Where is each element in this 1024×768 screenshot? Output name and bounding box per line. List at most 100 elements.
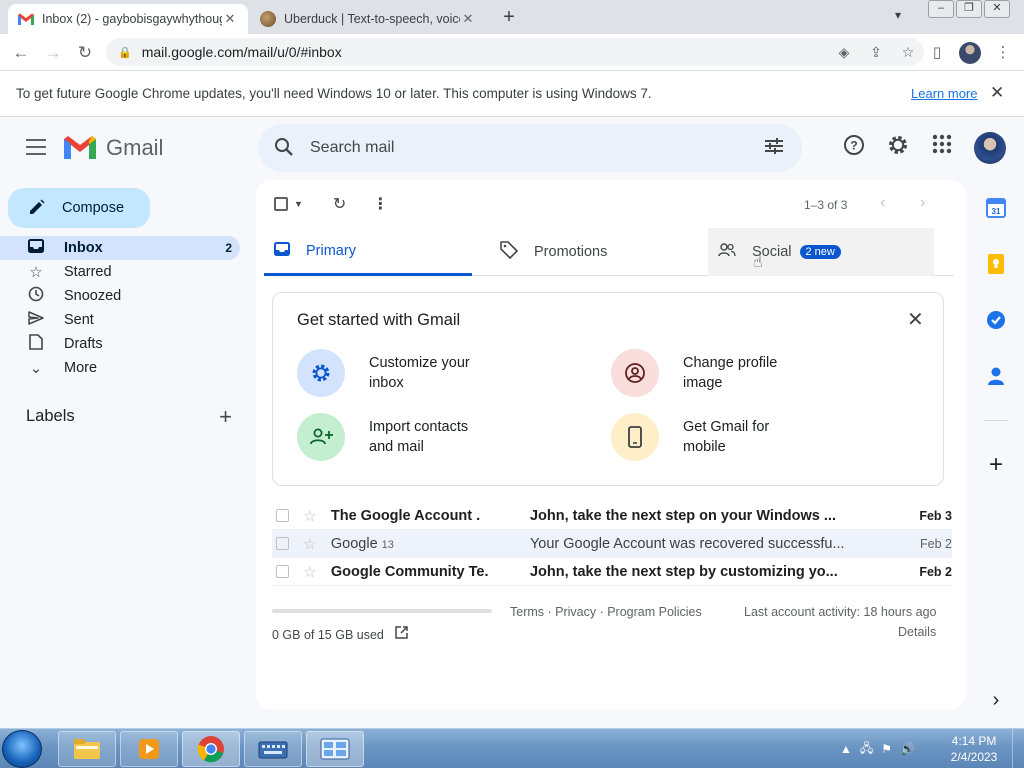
start-button[interactable]: [2, 730, 42, 768]
close-icon[interactable]: ✕: [907, 307, 924, 332]
explorer-taskbar-icon[interactable]: [58, 731, 116, 767]
media-player-taskbar-icon[interactable]: [120, 731, 178, 767]
close-window-button[interactable]: ✕: [984, 0, 1010, 18]
sidebar-item-drafts[interactable]: Drafts: [0, 332, 240, 356]
chrome-taskbar-icon[interactable]: [182, 731, 240, 767]
tab-promotions[interactable]: Promotions: [490, 228, 708, 276]
tab-search-chevron-icon[interactable]: ▾: [895, 8, 901, 22]
import-contacts-item[interactable]: Import contacts and mail: [297, 413, 499, 461]
back-arrow-icon[interactable]: ←: [8, 40, 34, 66]
search-input[interactable]: Search mail: [310, 139, 746, 157]
open-external-icon[interactable]: [395, 626, 409, 642]
forward-arrow-icon[interactable]: →: [40, 40, 66, 66]
item-text-line: Import contacts: [369, 419, 469, 435]
select-dropdown-icon[interactable]: ▼: [294, 199, 303, 209]
tab-label: Promotions: [534, 244, 608, 260]
details-link[interactable]: Details: [898, 625, 936, 639]
next-page-icon[interactable]: ›: [920, 194, 925, 212]
compose-button[interactable]: Compose: [8, 188, 150, 228]
sidebar-item-sent[interactable]: Sent: [0, 308, 240, 332]
search-icon[interactable]: [258, 137, 310, 160]
restore-button[interactable]: ❐: [956, 0, 982, 18]
apps-grid-icon[interactable]: [928, 134, 956, 162]
sidebar-item-snoozed[interactable]: Snoozed: [0, 284, 240, 308]
learn-more-link[interactable]: Learn more: [911, 86, 977, 101]
keep-icon[interactable]: [984, 252, 1008, 276]
account-avatar[interactable]: [974, 132, 1006, 164]
select-all-checkbox[interactable]: [274, 197, 288, 211]
lock-icon[interactable]: 🔒: [118, 46, 132, 59]
tab-primary[interactable]: Primary: [264, 228, 472, 276]
email-row[interactable]: ☆ Google 13 Your Google Account was recov…: [272, 530, 952, 558]
show-desktop-button[interactable]: [1012, 729, 1024, 768]
tasks-icon[interactable]: [984, 308, 1008, 332]
more-options-icon[interactable]: ⋮: [372, 194, 388, 214]
item-text-line: inbox: [369, 375, 404, 391]
settings-gear-icon[interactable]: [884, 134, 912, 162]
tab-social[interactable]: Social 2 new ☝: [708, 228, 934, 276]
refresh-icon[interactable]: ↻: [333, 194, 346, 214]
contacts-icon[interactable]: [984, 364, 1008, 388]
flag-icon[interactable]: ⚑: [881, 742, 892, 756]
close-tab-icon[interactable]: ✕: [460, 11, 476, 27]
previous-page-icon[interactable]: ‹: [880, 194, 885, 212]
keyboard-taskbar-icon[interactable]: [244, 731, 302, 767]
email-row[interactable]: ☆ Google Community Te. John, take the ne…: [272, 558, 952, 586]
person-add-icon: [297, 413, 345, 461]
gmail-logo[interactable]: Gmail: [64, 135, 163, 161]
sidebar-item-more[interactable]: ⌄ More: [0, 356, 240, 380]
help-icon[interactable]: ?: [840, 134, 868, 162]
tab-label: Primary: [306, 242, 356, 259]
url-text[interactable]: mail.google.com/mail/u/0/#inbox: [142, 44, 828, 60]
item-text-line: and mail: [369, 439, 424, 455]
reload-icon[interactable]: ↻: [72, 40, 98, 66]
bookmark-star-icon[interactable]: ☆: [892, 44, 924, 61]
main-menu-icon[interactable]: [20, 134, 52, 162]
close-tab-icon[interactable]: ✕: [222, 11, 238, 27]
side-panel-icon[interactable]: ▯: [924, 40, 950, 66]
email-checkbox[interactable]: [276, 565, 289, 578]
share-icon[interactable]: ⇪: [860, 44, 892, 61]
customize-inbox-item[interactable]: Customize your inbox: [297, 349, 499, 397]
email-row[interactable]: ☆ The Google Account . John, take the ne…: [272, 502, 952, 530]
tray-expand-icon[interactable]: ▲: [840, 742, 852, 756]
get-gmail-mobile-item[interactable]: Get Gmail for mobile: [611, 413, 813, 461]
volume-icon[interactable]: 🔊: [900, 742, 915, 756]
star-icon[interactable]: ☆: [303, 535, 319, 553]
change-profile-image-item[interactable]: Change profile image: [611, 349, 813, 397]
profile-avatar[interactable]: [957, 40, 983, 66]
pagination-text: 1–3 of 3: [804, 198, 848, 212]
tab-uberduck[interactable]: Uberduck | Text-to-speech, voice ✕: [250, 4, 486, 34]
tag-icon: [500, 241, 518, 263]
sidebar-item-inbox[interactable]: Inbox 2: [0, 236, 240, 260]
new-tab-button[interactable]: +: [498, 6, 520, 28]
gmail-wordmark: Gmail: [106, 135, 164, 160]
unread-count: 2: [225, 241, 232, 255]
email-checkbox[interactable]: [276, 509, 289, 522]
control-panel-taskbar-icon[interactable]: [306, 731, 364, 767]
list-toolbar: ▼ ↻ ⋮: [274, 194, 388, 214]
sidebar-item-starred[interactable]: ☆ Starred: [0, 260, 240, 284]
footer-links[interactable]: Terms · Privacy · Program Policies: [510, 605, 702, 619]
address-bar[interactable]: 🔒 mail.google.com/mail/u/0/#inbox ◈ ⇪ ☆: [106, 38, 924, 66]
search-bar[interactable]: Search mail: [258, 124, 802, 172]
tab-gmail-inbox[interactable]: Inbox (2) - gaybobisgaywhythough@gmail.c…: [8, 4, 248, 34]
sidebar-item-label: Starred: [64, 264, 112, 280]
minimize-button[interactable]: –: [928, 0, 954, 18]
sidebar-item-label: Drafts: [64, 336, 103, 352]
email-checkbox[interactable]: [276, 537, 289, 550]
star-icon[interactable]: ☆: [303, 563, 319, 581]
chrome-menu-icon[interactable]: ⋮: [990, 40, 1016, 66]
install-app-icon[interactable]: ◈: [828, 44, 860, 61]
network-icon[interactable]: 🖧: [860, 739, 873, 760]
expand-panel-chevron-icon[interactable]: ›: [984, 688, 1008, 712]
close-icon[interactable]: ✕: [990, 83, 1004, 103]
add-addon-icon[interactable]: +: [984, 451, 1008, 478]
taskbar-clock[interactable]: 4:14 PM 2/4/2023: [944, 733, 1004, 765]
calendar-icon[interactable]: 31: [984, 196, 1008, 220]
star-icon[interactable]: ☆: [303, 507, 319, 525]
side-panel-divider: [984, 420, 1008, 421]
add-label-icon[interactable]: +: [219, 406, 232, 428]
inbox-panel: ▼ ↻ ⋮ 1–3 of 3 ‹ › Primary Promotions So…: [256, 180, 966, 710]
search-options-icon[interactable]: [746, 137, 802, 159]
